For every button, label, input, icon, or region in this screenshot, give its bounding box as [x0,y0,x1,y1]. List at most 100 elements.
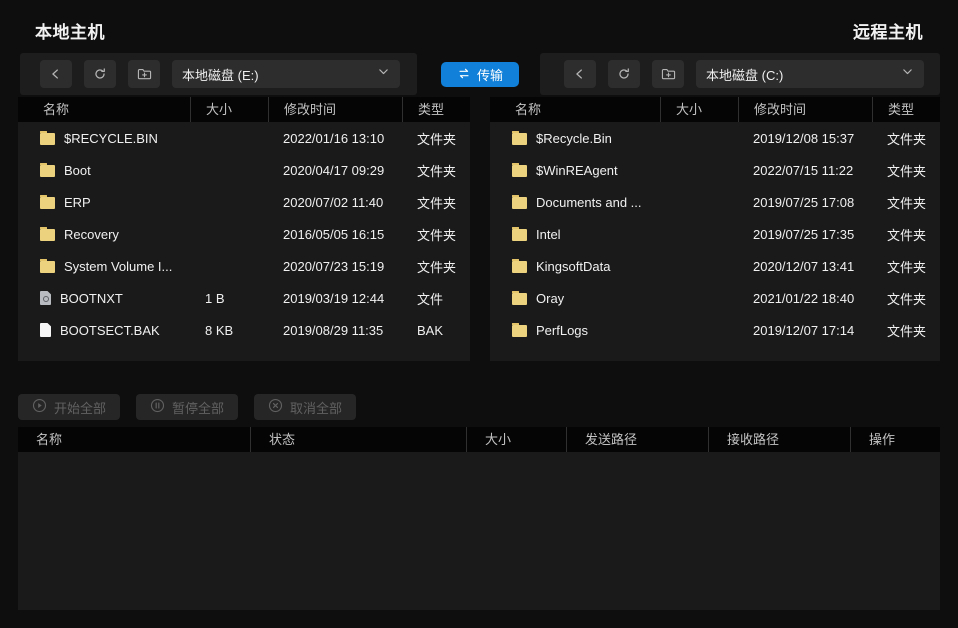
cancel-circle-icon [268,398,283,416]
file-type: 文件夹 [872,161,940,180]
remote-file-list: $Recycle.Bin 2019/12/08 15:37 文件夹 $WinRE… [490,122,940,361]
file-row[interactable]: BOOTSECT.BAK 8 KB 2019/08/29 11:35 BAK [18,314,470,346]
file-modified: 2022/01/16 13:10 [268,131,402,146]
start-all-button[interactable]: 开始全部 [18,394,120,420]
file-size: 8 KB [190,323,268,338]
local-drive-select[interactable]: 本地磁盘 (E:) [172,60,400,88]
remote-file-table-header: 名称 大小 修改时间 类型 [490,97,940,122]
remote-refresh-button[interactable] [608,60,640,88]
file-modified: 2019/07/25 17:08 [738,195,872,210]
folder-icon [40,229,55,241]
file-row[interactable]: Intel 2019/07/25 17:35 文件夹 [490,218,940,250]
folder-icon [40,261,55,273]
chevron-left-icon [49,67,63,81]
file-row[interactable]: KingsoftData 2020/12/07 13:41 文件夹 [490,250,940,282]
file-type: BAK [402,323,470,338]
start-all-label: 开始全部 [54,398,106,417]
file-name: System Volume I... [64,259,172,274]
file-modified: 2021/01/22 18:40 [738,291,872,306]
transfer-button-label: 传输 [477,65,503,84]
cancel-all-button[interactable]: 取消全部 [254,394,356,420]
file-row[interactable]: PerfLogs 2019/12/07 17:14 文件夹 [490,314,940,346]
pause-all-button[interactable]: 暂停全部 [136,394,238,420]
file-type: 文件夹 [872,193,940,212]
remote-toolbar: 本地磁盘 (C:) [540,53,940,95]
column-header-receive-path: 接收路径 [708,427,850,452]
column-header-size: 大小 [660,97,738,122]
local-refresh-button[interactable] [84,60,116,88]
file-row[interactable]: System Volume I... 2020/07/23 15:19 文件夹 [18,250,470,282]
remote-drive-select-value: 本地磁盘 (C:) [706,65,783,84]
file-name: $Recycle.Bin [536,131,612,146]
file-size: 1 B [190,291,268,306]
transfer-button[interactable]: 传输 [441,62,519,87]
file-name: ERP [64,195,91,210]
refresh-icon [617,67,631,81]
file-type: 文件夹 [872,321,940,340]
file-row[interactable]: Boot 2020/04/17 09:29 文件夹 [18,154,470,186]
file-modified: 2020/07/02 11:40 [268,195,402,210]
file-modified: 2020/07/23 15:19 [268,259,402,274]
file-type: 文件夹 [402,257,470,276]
file-type: 文件夹 [872,129,940,148]
queue-table-body-empty [18,452,940,610]
column-header-type: 类型 [402,97,470,122]
local-host-title: 本地主机 [35,18,105,43]
queue-table-header: 名称 状态 大小 发送路径 接收路径 操作 [18,427,940,452]
file-modified: 2019/07/25 17:35 [738,227,872,242]
file-modified: 2022/07/15 11:22 [738,163,872,178]
file-row[interactable]: $WinREAgent 2022/07/15 11:22 文件夹 [490,154,940,186]
file-row[interactable]: $RECYCLE.BIN 2022/01/16 13:10 文件夹 [18,122,470,154]
file-modified: 2019/12/07 17:14 [738,323,872,338]
column-header-type: 类型 [872,97,940,122]
local-file-table-header: 名称 大小 修改时间 类型 [18,97,470,122]
column-header-status: 状态 [250,427,466,452]
file-modified: 2019/12/08 15:37 [738,131,872,146]
file-name: Intel [536,227,561,242]
local-back-button[interactable] [40,60,72,88]
file-type: 文件 [402,289,470,308]
folder-icon [512,261,527,273]
cancel-all-label: 取消全部 [290,398,342,417]
folder-icon [512,325,527,337]
file-row[interactable]: Recovery 2016/05/05 16:15 文件夹 [18,218,470,250]
file-icon [40,323,51,337]
file-name: Documents and ... [536,195,642,210]
column-header-size: 大小 [466,427,566,452]
queue-actions: 开始全部 暂停全部 取消全部 [18,394,356,420]
file-row[interactable]: ERP 2020/07/02 11:40 文件夹 [18,186,470,218]
column-header-name: 名称 [490,97,660,122]
remote-new-folder-button[interactable] [652,60,684,88]
pause-all-label: 暂停全部 [172,398,224,417]
folder-icon [512,165,527,177]
file-name: KingsoftData [536,259,610,274]
folder-icon [40,197,55,209]
file-name: Oray [536,291,564,306]
file-type: 文件夹 [402,161,470,180]
file-row[interactable]: $Recycle.Bin 2019/12/08 15:37 文件夹 [490,122,940,154]
new-folder-icon [661,67,676,81]
remote-drive-select[interactable]: 本地磁盘 (C:) [696,60,924,88]
file-modified: 2020/12/07 13:41 [738,259,872,274]
chevron-down-icon [901,65,914,83]
play-circle-icon [32,398,47,416]
transfer-arrows-icon [457,67,471,83]
file-row[interactable]: Documents and ... 2019/07/25 17:08 文件夹 [490,186,940,218]
file-type: 文件夹 [872,225,940,244]
local-toolbar: 本地磁盘 (E:) [20,53,417,95]
local-file-table: 名称 大小 修改时间 类型 $RECYCLE.BIN 2022/01/16 13… [18,97,470,361]
chevron-down-icon [377,65,390,83]
local-new-folder-button[interactable] [128,60,160,88]
column-header-size: 大小 [190,97,268,122]
file-type: 文件夹 [402,193,470,212]
file-row[interactable]: Oray 2021/01/22 18:40 文件夹 [490,282,940,314]
file-type: 文件夹 [872,289,940,308]
remote-file-table: 名称 大小 修改时间 类型 $Recycle.Bin 2019/12/08 15… [490,97,940,361]
remote-back-button[interactable] [564,60,596,88]
column-header-modified: 修改时间 [268,97,402,122]
new-folder-icon [137,67,152,81]
column-header-operation: 操作 [850,427,940,452]
file-row[interactable]: BOOTNXT 1 B 2019/03/19 12:44 文件 [18,282,470,314]
refresh-icon [93,67,107,81]
folder-icon [40,133,55,145]
